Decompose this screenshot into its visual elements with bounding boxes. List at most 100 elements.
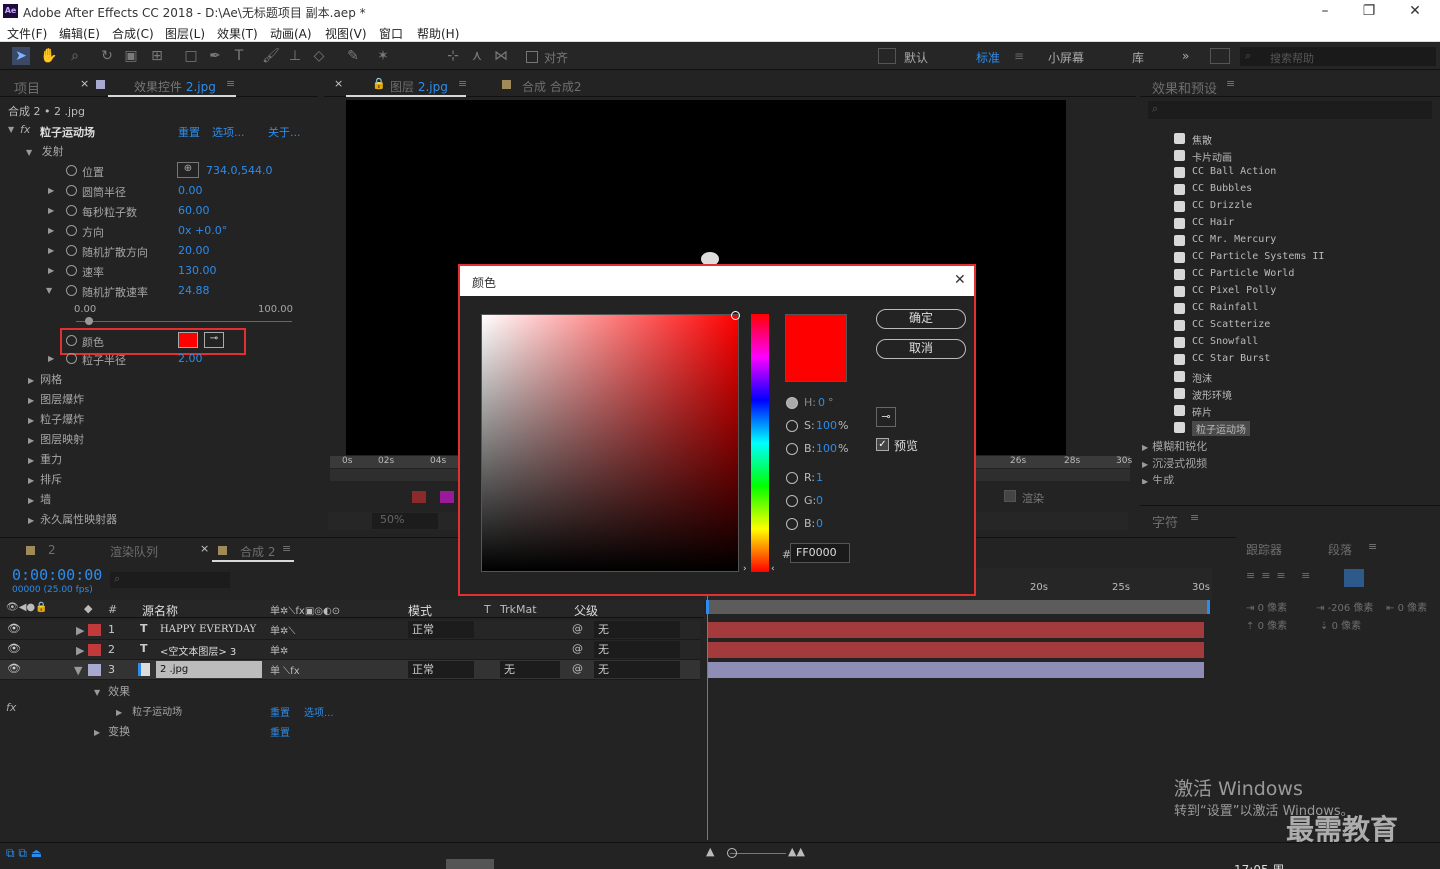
prop-value[interactable]: 130.00 (178, 264, 217, 277)
zoom-slider-thumb[interactable] (727, 848, 737, 858)
tab-layer[interactable]: 图层 2.jpg (390, 78, 448, 95)
snap-checkbox[interactable] (526, 51, 538, 63)
expand-triangle-icon[interactable]: ▶ (48, 266, 54, 275)
stopwatch-icon[interactable] (66, 353, 77, 364)
switches-icons[interactable]: 单✲⟍fx▣◎◐⊙ (270, 602, 340, 617)
group-gravity[interactable]: ▶ 重力 (28, 451, 62, 467)
slider-thumb[interactable] (84, 317, 93, 325)
menu-help[interactable]: 帮助(H) (417, 25, 459, 42)
crosshair-icon[interactable]: ⊕ (177, 162, 199, 178)
type-tool-icon[interactable]: T (230, 47, 248, 65)
eye-icon[interactable]: 👁 (7, 622, 21, 635)
stopwatch-icon[interactable] (66, 205, 77, 216)
folder-generate[interactable]: ▶ 生成 (1142, 472, 1174, 484)
menu-animation[interactable]: 动画(A) (270, 25, 312, 42)
radio-blue[interactable] (786, 518, 798, 530)
mode-dropdown[interactable]: 正常 (408, 661, 474, 678)
tab-character[interactable]: 字符 (1152, 512, 1178, 531)
panel-menu-icon[interactable]: ≡ (458, 77, 467, 90)
list-item[interactable]: 波形环境 (1140, 385, 1422, 402)
axis-icon[interactable]: ⊹ (444, 47, 462, 65)
menu-edit[interactable]: 编辑(E) (59, 25, 100, 42)
ok-button[interactable]: 确定 (876, 309, 966, 329)
list-item[interactable]: CC Hair (1140, 215, 1422, 232)
layer-switches-icons[interactable]: 单 ⟍fx (270, 662, 300, 677)
expand-triangle-icon[interactable]: ▶ (48, 246, 54, 255)
brush-tool-icon[interactable]: 🖌 (262, 47, 280, 65)
close-tab-icon[interactable]: × (200, 542, 209, 555)
list-item[interactable]: CC Star Burst (1140, 351, 1422, 368)
prop-value[interactable]: 24.88 (178, 284, 210, 297)
clone-tool-icon[interactable]: ⊥ (286, 47, 304, 65)
stopwatch-icon[interactable] (66, 265, 77, 276)
sub-effect-particle[interactable]: ▶ 粒子运动场 (116, 703, 182, 718)
folder-blur[interactable]: ▶ 模糊和锐化 (1142, 438, 1207, 454)
eyedropper-icon[interactable]: ⊸ (876, 407, 896, 427)
sub-reset2-link[interactable]: 重置 (270, 724, 290, 739)
list-item[interactable]: CC Particle World (1140, 266, 1422, 283)
prop-value[interactable]: 734.0,544.0 (206, 164, 272, 177)
space-after[interactable]: ⇣ 0 像素 (1320, 617, 1361, 632)
radio-b[interactable] (786, 443, 798, 455)
workspace-icon[interactable] (878, 48, 896, 64)
menu-file[interactable]: 文件(F) (7, 25, 47, 42)
effect-options-link[interactable]: 选项... (212, 124, 245, 140)
parent-dropdown[interactable]: 无 (594, 661, 680, 678)
align-buttons[interactable]: ≡≡≡ ≡ (1246, 569, 1316, 582)
stopwatch-icon[interactable] (66, 225, 77, 236)
justify-active-icon[interactable] (1344, 569, 1364, 587)
tab-project[interactable]: 项目 (14, 78, 40, 97)
layer-name[interactable]: <空文本图层> 3 (160, 643, 236, 658)
layer-switches-icons[interactable]: 单✲ (270, 642, 288, 657)
group-grid[interactable]: ▶ 网格 (28, 371, 62, 387)
tab-number[interactable]: 2 (48, 543, 56, 557)
close-tab-icon[interactable]: × (80, 77, 89, 90)
mode-dropdown[interactable]: 正常 (408, 621, 474, 638)
indent-first[interactable]: ⇥ -206 像素 (1316, 599, 1373, 614)
close-tab-icon[interactable]: × (334, 77, 343, 90)
list-item[interactable]: CC Mr. Mercury (1140, 232, 1422, 249)
tab-render-queue[interactable]: 渲染队列 (110, 543, 158, 560)
panel-menu-icon[interactable]: ≡ (1190, 511, 1199, 524)
prop-value[interactable]: 60.00 (178, 204, 210, 217)
panel-menu-icon[interactable]: ≡ (1368, 540, 1377, 553)
world-axis-icon[interactable]: ⋏ (468, 47, 486, 65)
zoom-tool-icon[interactable]: ⌕ (66, 47, 84, 65)
eyedropper-icon[interactable]: ⊸ (204, 332, 224, 348)
channel-icon[interactable] (440, 491, 454, 503)
panel-menu-icon[interactable]: ≡ (226, 77, 235, 90)
col-source-name[interactable]: 源名称 (142, 602, 178, 619)
field-value[interactable]: 100 (816, 442, 837, 455)
workspace-library[interactable]: 库 (1132, 49, 1144, 66)
color-picker-cursor[interactable] (731, 311, 740, 320)
color-swatch[interactable] (178, 332, 198, 348)
prop-value[interactable]: 0x +0.0° (178, 224, 227, 237)
tab-timeline-comp[interactable]: 合成 2 (240, 543, 275, 560)
list-item[interactable]: 泡沫 (1140, 368, 1422, 385)
sub-options-link[interactable]: 选项... (304, 704, 334, 719)
menu-composition[interactable]: 合成(C) (112, 25, 154, 42)
group-persistent-mapper[interactable]: ▶ 永久属性映射器 (28, 511, 117, 527)
table-row-layer-1[interactable]: 👁 ▶ 1 T HAPPY EVERYDAY 单✲⟍ 正常 @ 无 (0, 620, 700, 640)
layer-1-duration-bar[interactable] (708, 622, 1204, 638)
expand-triangle-icon[interactable]: ▶ (48, 354, 54, 363)
preview-checkbox[interactable]: ✓ (876, 438, 889, 451)
cancel-button[interactable]: 取消 (876, 339, 966, 359)
group-emit[interactable]: ▼ 发射 (26, 143, 64, 159)
pan-behind-tool-icon[interactable]: ⊞ (148, 47, 166, 65)
effect-reset-link[interactable]: 重置 (178, 124, 200, 140)
eraser-tool-icon[interactable]: ◇ (310, 47, 328, 65)
list-item[interactable]: CC Drizzle (1140, 198, 1422, 215)
stopwatch-icon[interactable] (66, 165, 77, 176)
workspace-default[interactable]: 默认 (904, 49, 928, 66)
expand-triangle-icon[interactable]: ▶ (48, 226, 54, 235)
work-area-bar[interactable] (706, 600, 1210, 614)
list-item[interactable]: CC Scatterize (1140, 317, 1422, 334)
saturation-brightness-field[interactable] (481, 311, 740, 572)
pick-whip-icon[interactable]: @ (572, 662, 583, 675)
fx-icon[interactable]: fx (6, 701, 16, 714)
field-value[interactable]: 0 (816, 494, 823, 507)
workspace-standard[interactable]: 标准 (976, 49, 1000, 66)
field-value[interactable]: 0 (816, 517, 823, 530)
tab-effect-controls[interactable]: 效果控件 2.jpg (134, 78, 216, 95)
